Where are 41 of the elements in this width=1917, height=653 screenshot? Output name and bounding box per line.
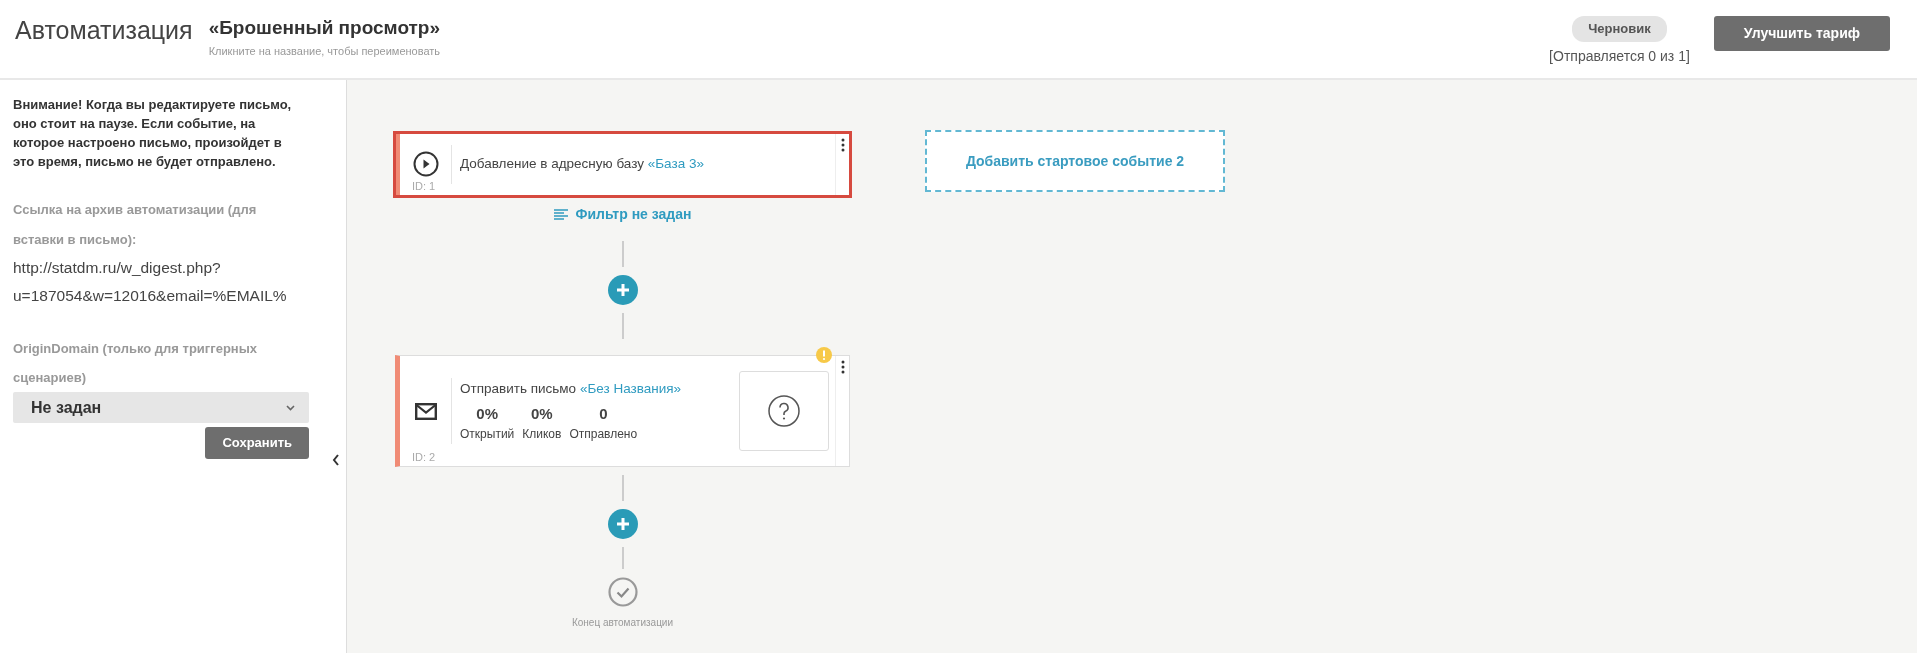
stat-label: Кликов [522,426,562,444]
section-title: Автоматизация [15,15,193,46]
warning-text: Внимание! Когда вы редактируете письмо, оно стоит на паузе. Если событие, на которое настроено письмо, произойдет в это время, письмо не будет отправлено. [13,96,293,171]
step-id: ID: 2 [412,449,436,465]
archive-label: Ссылка на архив автоматизации (для вставки в письмо): [13,201,258,249]
end-label: Конец автоматизации [571,616,674,630]
origin-domain-label: OriginDomain (только для триггерных сценариев) [13,339,259,387]
play-circle-icon [412,151,439,178]
scenario-name[interactable]: «Брошенный просмотр» [208,14,441,43]
stat-label: Открытий [460,426,515,444]
save-button[interactable]: Сохранить [205,427,309,459]
envelope-icon [414,402,437,420]
add-step-icon[interactable] [607,509,638,539]
archive-url: http://statdm.ru/w_digest.php?u=187054&w=12016&email=%EMAIL% [13,257,288,306]
upgrade-button[interactable]: Улучшить тариф [1713,16,1890,51]
step-id: ID: 1 [412,178,436,194]
add-step-icon[interactable] [607,275,638,305]
stat-label: Отправлено [569,426,638,444]
collapse-chevron-icon[interactable] [332,454,340,466]
step-description: Отправить письмо «Без Названия» [460,379,683,398]
sending-status: [Отправляется 0 из 1] [1549,46,1690,66]
filter-lines-icon [553,209,568,220]
preview-thumbnail[interactable] [739,371,829,451]
add-start-event-button[interactable]: Добавить стартовое событие 2 [925,130,1225,192]
stat-value: 0% [476,403,498,424]
step-card[interactable]: Добавление в адресную базу «База 3» ID: 1 [395,133,850,196]
caret-down-icon [286,404,295,411]
step-description: Добавление в адресную базу «База 3» [460,155,705,174]
step-link[interactable]: «Без Названия» [579,380,682,396]
stat-value: 0% [531,403,553,424]
stat-value: 0 [599,403,608,424]
step-card[interactable]: Отправить письмо «Без Названия» 0% Открытий 0% Кликов 0 Отправлено ID: 2 [395,355,850,467]
rename-hint: Кликните на название, чтобы переименовать [208,43,441,59]
check-circle-icon [607,577,638,607]
question-circle-icon [768,395,800,427]
origin-domain-select[interactable]: Не задан [13,392,309,424]
step-link[interactable]: «База 3» [647,156,704,172]
status-badge: Черновик [1572,16,1667,42]
more-icon[interactable] [840,138,845,152]
filter-link[interactable]: Фильтр не задан [553,204,692,225]
more-icon[interactable] [840,360,845,374]
